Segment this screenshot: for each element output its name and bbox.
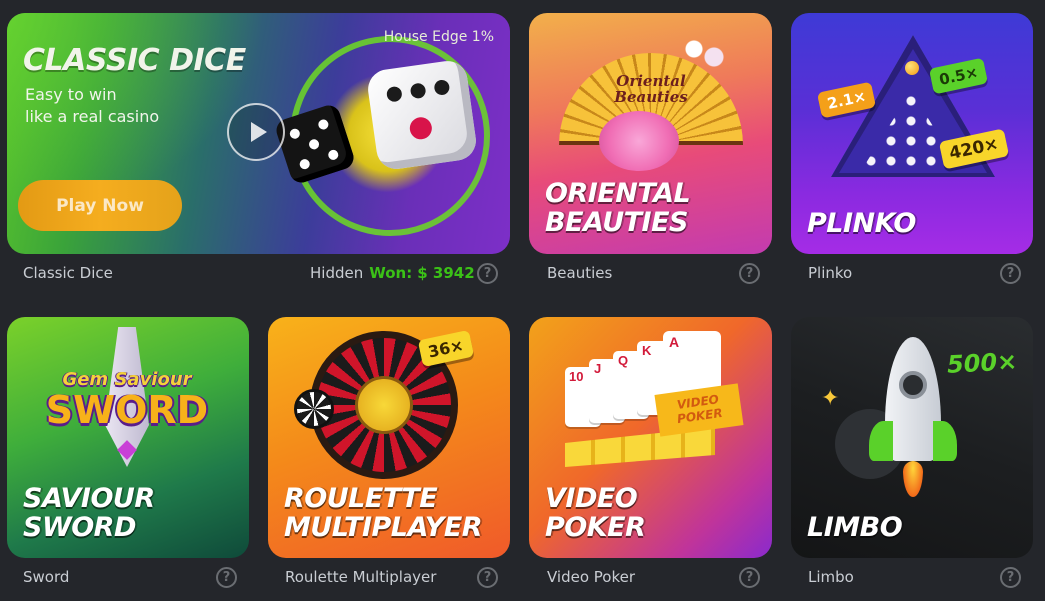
roulette-title-line1: ROULETTE [284,483,438,514]
plinko-title: PLINKO [807,208,916,239]
saviour-sword-title-line1: SAVIOUR [23,483,155,514]
plinko-tile[interactable]: 2.1× 0.5× 420× PLINKO [791,13,1033,254]
video-poker-title-line2: POKER [545,512,646,543]
video-poker-help-icon[interactable]: ? [739,567,760,588]
roulette-multiplier-badge: 36× [417,329,474,368]
limbo-tile[interactable]: ✦ 500× LIMBO [791,317,1033,558]
video-poker-caption[interactable]: Video Poker [547,565,635,589]
limbo-help-icon[interactable]: ? [1000,567,1021,588]
rocket-window [899,371,927,399]
play-now-button[interactable]: Play Now [18,180,182,231]
white-die-icon [365,58,479,172]
oriental-beauties-title-line1: ORIENTAL [545,178,691,209]
roulette-help-icon[interactable]: ? [477,567,498,588]
plinko-caption[interactable]: Plinko [808,261,852,285]
play-video-icon[interactable] [227,103,285,161]
saviour-sword-title-line2: SWORD [23,512,136,543]
sword-help-icon[interactable]: ? [216,567,237,588]
limbo-caption[interactable]: Limbo [808,565,854,589]
classic-dice-help-icon[interactable]: ? [477,263,498,284]
fan-logo-line2: Beauties [614,88,688,106]
sword-logo: Gem Saviour SWORD [27,369,227,430]
won-label: Won: [369,264,413,282]
winner-info: Hidden Won: $ 3942 [310,261,475,285]
fan-logo-line1: Oriental [616,72,686,90]
sword-logo-line1: Gem Saviour [62,369,192,390]
classic-dice-caption[interactable]: Classic Dice [23,261,113,285]
oriental-beauties-title-line2: BEAUTIES [545,207,688,238]
limbo-title: LIMBO [807,512,903,543]
casino-chip-icon [294,389,334,429]
oriental-beauties-help-icon[interactable]: ? [739,263,760,284]
house-edge-label: House Edge 1% [383,29,494,45]
plinko-help-icon[interactable]: ? [1000,263,1021,284]
rocket-fin-left [869,421,893,461]
sword-caption[interactable]: Sword [23,565,69,589]
rocket-flame [903,461,923,497]
plinko-ball-icon [905,61,919,75]
oriental-beauties-caption[interactable]: Beauties [547,261,612,285]
winner-name: Hidden [310,264,364,282]
cherry-blossom-icon [679,33,729,73]
classic-dice-banner[interactable]: House Edge 1% CLASSIC DICE Easy to win l… [7,13,510,254]
featured-subtitle-line1: Easy to win [25,85,117,104]
featured-title: CLASSIC DICE [23,43,246,78]
fan-logo: Oriental Beauties [589,73,713,105]
video-poker-title-line1: VIDEO [545,483,638,514]
limbo-multiplier: 500× [946,347,1018,379]
peony-flower-icon [599,111,679,171]
video-poker-tile[interactable]: 10 J Q K A VIDEO POKER VIDEO POKER [529,317,772,558]
sparkle-icon: ✦ [821,385,840,410]
roulette-caption[interactable]: Roulette Multiplayer [285,565,436,589]
oriental-beauties-tile[interactable]: Oriental Beauties ORIENTAL BEAUTIES [529,13,772,254]
roulette-title-line2: MULTIPLAYER [284,512,483,543]
won-amount: $ 3942 [417,264,475,282]
saviour-sword-tile[interactable]: Gem Saviour SWORD SAVIOUR SWORD [7,317,249,558]
card-steps [565,427,715,467]
featured-subtitle-line2: like a real casino [25,107,160,126]
sword-logo-line2: SWORD [45,388,209,432]
rocket-fin-right [933,421,957,461]
roulette-multiplayer-tile[interactable]: 36× ROULETTE MULTIPLAYER [268,317,510,558]
